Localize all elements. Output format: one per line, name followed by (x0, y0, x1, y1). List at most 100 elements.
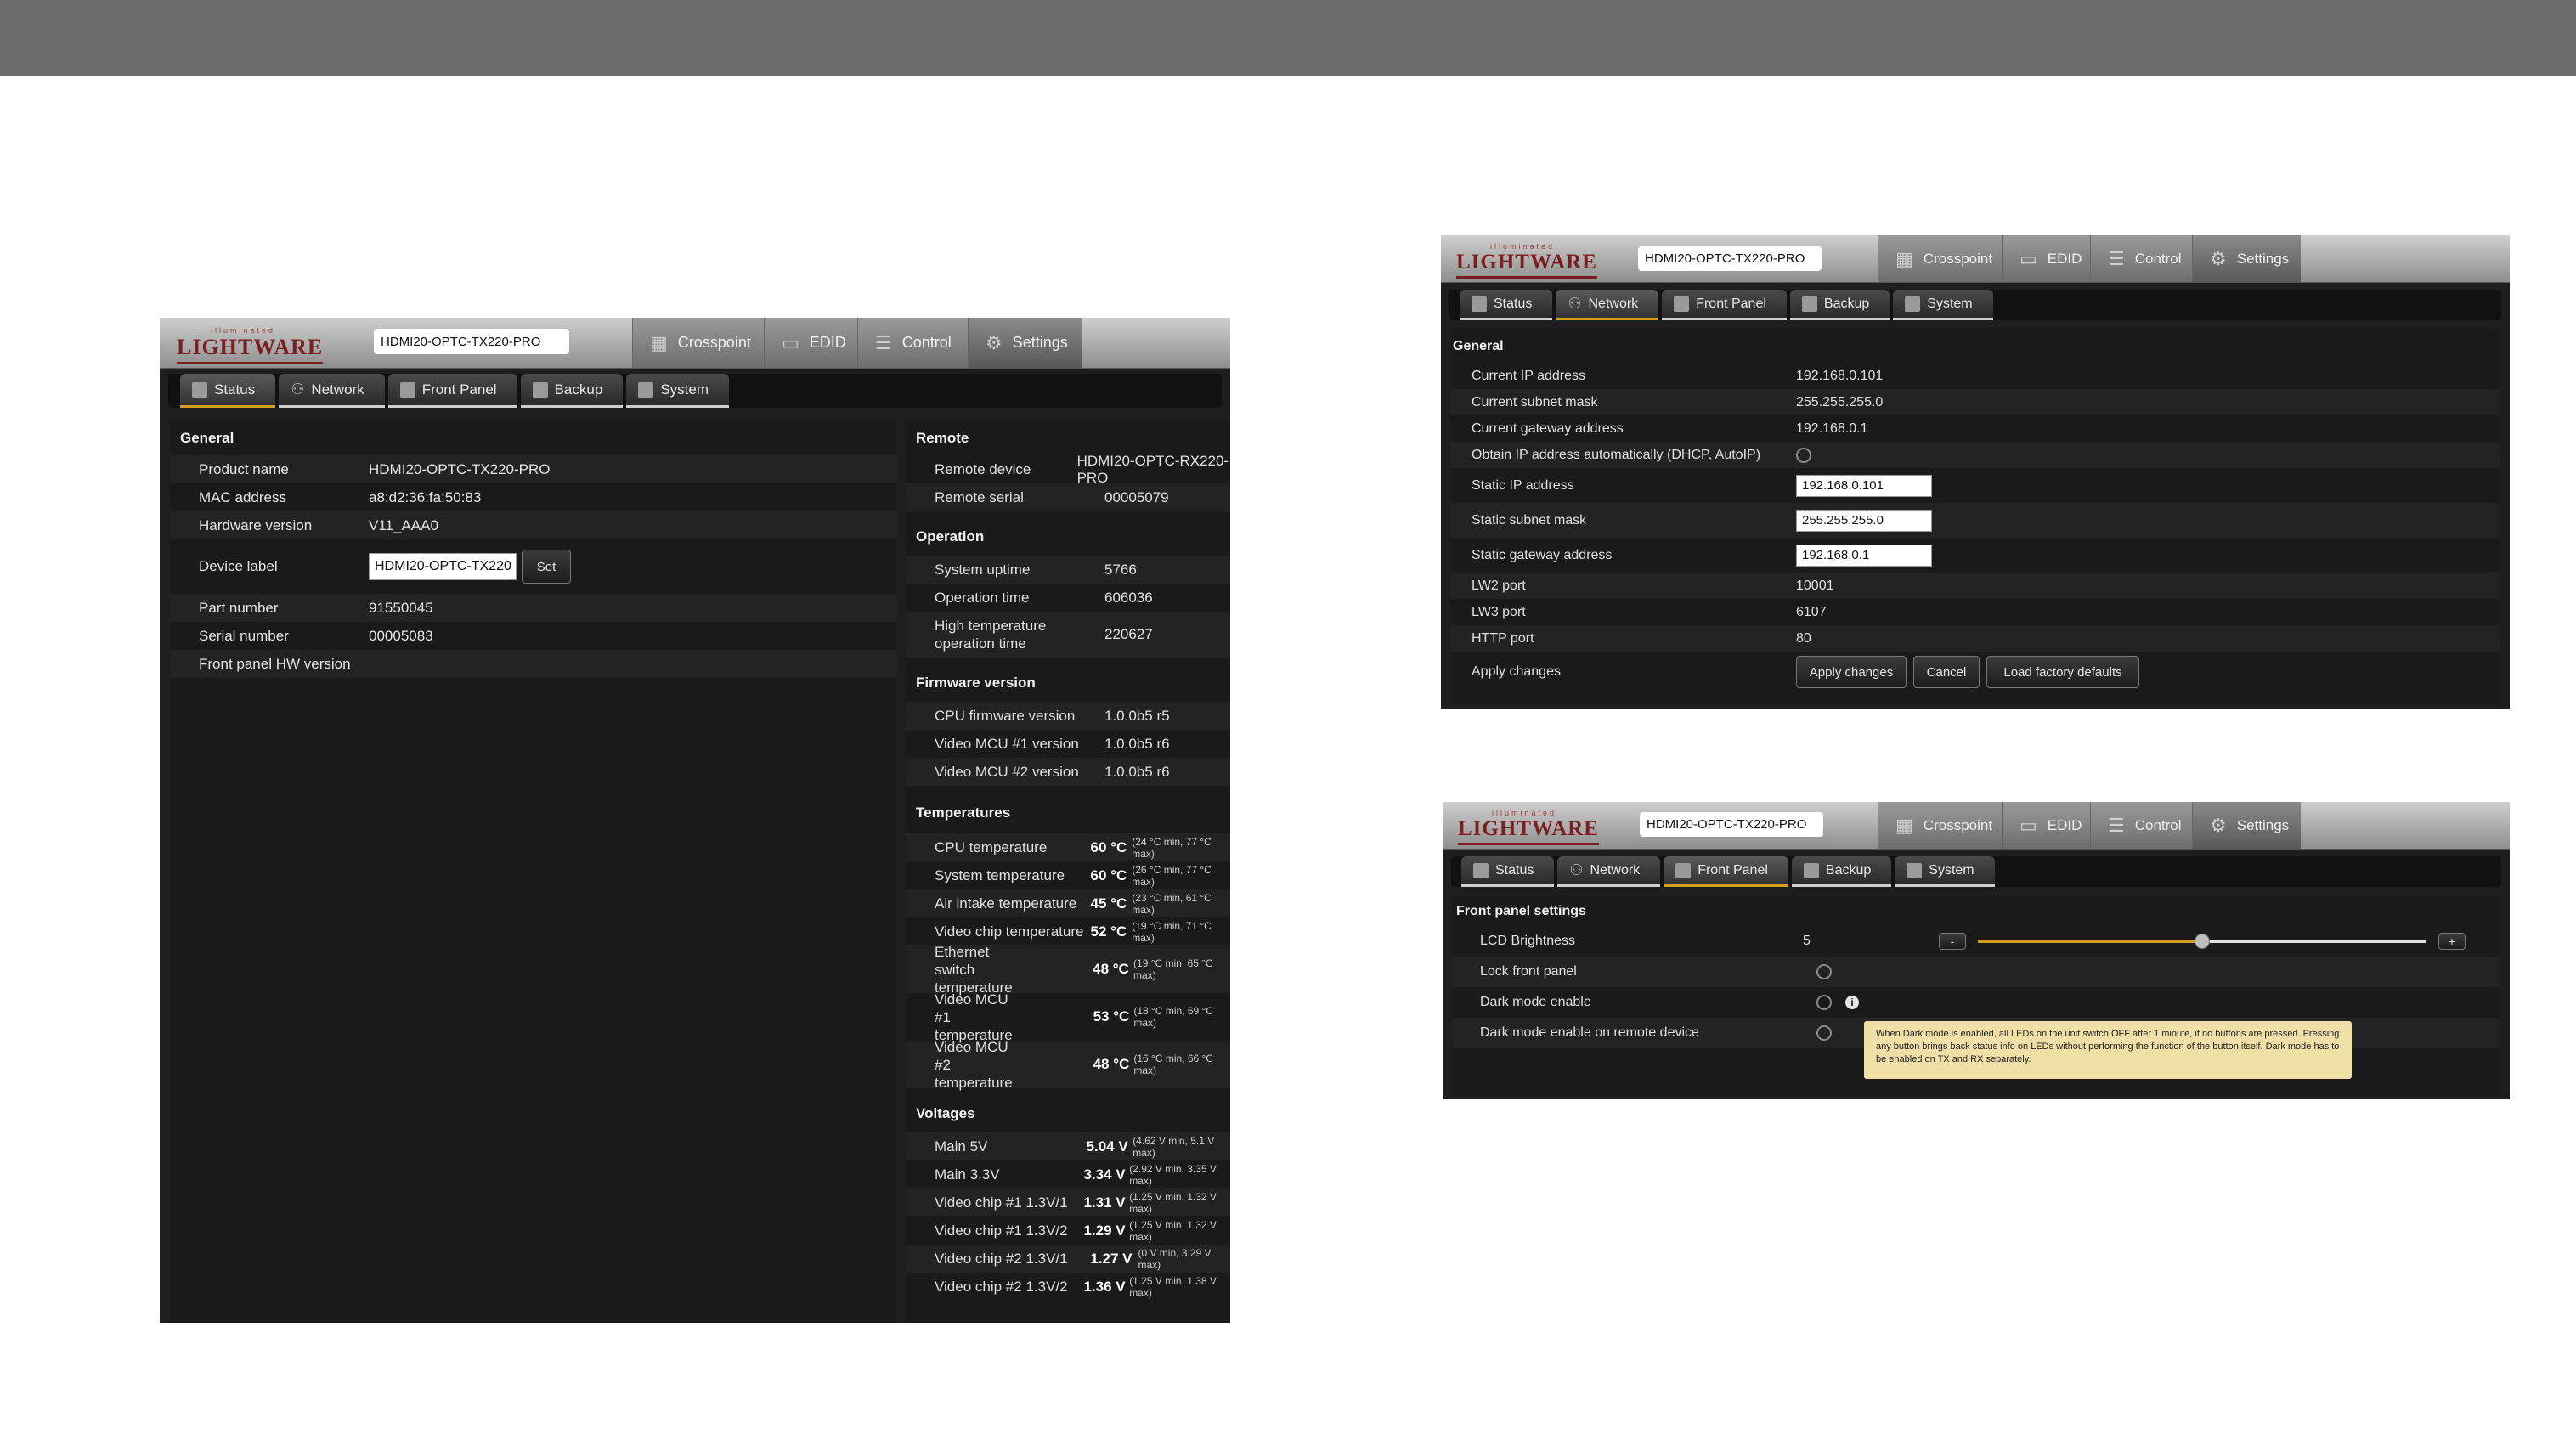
status-icon (192, 381, 207, 398)
network-row: Current IP address 192.168.0.101 (1472, 368, 1884, 383)
device-name-field: HDMI20-OPTC-TX220-PRO (374, 329, 569, 354)
temperature-row: Air intake temperature 45 °C (23 °C min, 6… (906, 889, 1230, 917)
subtab-system[interactable]: System (626, 374, 729, 408)
nav-control[interactable]: ☰ Control (2090, 802, 2192, 849)
crosspoint-icon: ▦ (1895, 247, 1913, 269)
nav-crosspoint[interactable]: ▦ Crosspoint (632, 318, 764, 368)
network-icon: ⚇ (291, 381, 305, 398)
general-row: Front panel HW version (170, 650, 897, 678)
lcd-brightness-row: LCD Brightness 5 - + (1453, 926, 2500, 957)
nav-settings[interactable]: ⚙ Settings (2192, 235, 2301, 282)
subtab-network[interactable]: ⚇ Network (1556, 290, 1659, 320)
general-row: Serial number 00005083 (199, 627, 433, 644)
dark-mode-remote-radio[interactable] (1816, 1025, 1832, 1041)
apply-row: Apply changes Apply changes Cancel Load … (1451, 652, 2500, 692)
network-row: Static subnet mask 255.255.255.0 (1451, 503, 2500, 538)
app-header: illuminated LIGHTWARE HDMI20-OPTC-TX220-… (1441, 235, 2510, 283)
brightness-increase-button[interactable]: + (2438, 933, 2466, 950)
remote-row: Remote serial 00005079 (906, 483, 1230, 511)
status-window: illuminated LIGHTWARE HDMI20-OPTC-TX220-… (160, 318, 1230, 1323)
settings-subtabs: Status ⚇ Network Front Panel Backup Syste… (1449, 290, 2501, 320)
monitor-icon: ▭ (2020, 814, 2037, 836)
network-row: Current subnet mask 255.255.255.0 (1451, 389, 2500, 415)
app-header: illuminated LIGHTWARE HDMI20-OPTC-TX220-… (1443, 802, 2510, 850)
crosspoint-icon: ▦ (1895, 814, 1913, 836)
operation-title: Operation (916, 528, 985, 545)
nav-control[interactable]: ☰ Control (2090, 235, 2192, 282)
front-panel-settings: Front panel settings LCD Brightness 5 - … (1453, 895, 2500, 1096)
nav-edid[interactable]: ▭ EDID (2002, 802, 2090, 849)
set-button[interactable]: Set (522, 550, 571, 584)
nav-settings[interactable]: ⚙ Settings (2192, 802, 2301, 849)
subtab-network[interactable]: ⚇ Network (1557, 856, 1661, 887)
network-row: Static IP address 192.168.0.101 (1451, 468, 2500, 503)
network-general-title: General (1453, 339, 1504, 353)
static-mask-input[interactable]: 255.255.255.0 (1796, 509, 1932, 532)
subtab-status[interactable]: Status (180, 374, 276, 408)
nav-edid[interactable]: ▭ EDID (2002, 235, 2090, 282)
subtab-front-panel[interactable]: Front Panel (1662, 290, 1787, 320)
brightness-slider[interactable] (1978, 933, 2426, 950)
lock-front-panel-radio[interactable] (1816, 964, 1832, 979)
front-panel-window: illuminated LIGHTWARE HDMI20-OPTC-TX220-… (1443, 802, 2510, 1099)
nav-settings[interactable]: ⚙ Settings (968, 318, 1082, 368)
backup-icon (1803, 862, 1819, 878)
subtab-status[interactable]: Status (1460, 290, 1553, 320)
firmware-title: Firmware version (916, 675, 1036, 691)
firmware-row: Video MCU #2 version 1.0.0b5 r6 (906, 758, 1230, 786)
device-name-field: HDMI20-OPTC-TX220-PRO (1638, 246, 1822, 271)
static-gateway-input[interactable]: 192.168.0.1 (1796, 544, 1932, 567)
lightware-logo: illuminated LIGHTWARE (1458, 809, 1599, 845)
dhcp-radio[interactable] (1796, 447, 1811, 463)
device-name-field: HDMI20-OPTC-TX220-PRO (1640, 812, 1823, 837)
temperature-row: Ethernet switch temperature 48 °C (19 °C m… (906, 944, 1230, 996)
operation-row: Operation time 606036 (935, 589, 1153, 606)
nav-crosspoint[interactable]: ▦ Crosspoint (1878, 802, 2002, 849)
system-icon (1905, 296, 1921, 312)
remote-title: Remote (916, 430, 969, 446)
static-ip-input[interactable]: 192.168.0.101 (1796, 474, 1932, 497)
lightware-logo: illuminated LIGHTWARE (1456, 242, 1597, 279)
network-row: Current gateway address 192.168.0.1 (1472, 421, 1868, 436)
subtab-system[interactable]: System (1895, 856, 1995, 887)
device-label-row: Device label HDMI20-OPTC-TX220 Set (170, 539, 897, 594)
dhcp-row: Obtain IP address automatically (DHCP, A… (1451, 442, 2500, 468)
crosspoint-icon: ▦ (650, 331, 668, 353)
voltage-row: Video chip #1 1.3V/2 1.29 V (1.25 V min, 1… (935, 1218, 1217, 1243)
subtab-front-panel[interactable]: Front Panel (1664, 856, 1788, 887)
brightness-slider-knob[interactable] (2195, 934, 2210, 949)
subtab-backup[interactable]: Backup (520, 374, 624, 408)
system-icon (638, 381, 654, 398)
sliders-icon: ☰ (2108, 814, 2125, 836)
network-window: illuminated LIGHTWARE HDMI20-OPTC-TX220-… (1441, 235, 2510, 709)
subtab-front-panel[interactable]: Front Panel (387, 374, 517, 408)
general-row: MAC address a8:d2:36:fa:50:83 (199, 488, 482, 505)
lcd-brightness-value: 5 (1803, 934, 1811, 948)
general-row: Part number 91550045 (170, 594, 897, 622)
nav-crosspoint[interactable]: ▦ Crosspoint (1878, 235, 2002, 282)
subtab-status[interactable]: Status (1461, 856, 1555, 887)
load-factory-defaults-button[interactable]: Load factory defaults (1986, 656, 2139, 688)
backup-icon (532, 381, 548, 398)
firmware-row: Video MCU #1 version 1.0.0b5 r6 (935, 735, 1170, 752)
subtab-backup[interactable]: Backup (1791, 856, 1892, 887)
temperature-row: Video chip temperature 52 °C (19 °C min, 7… (935, 919, 1212, 944)
app-header: illuminated LIGHTWARE HDMI20-OPTC-TX220-… (160, 318, 1230, 369)
nav-control[interactable]: ☰ Control (857, 318, 968, 368)
general-rows: Product name HDMI20-OPTC-TX220-PRO MAC ad… (170, 455, 897, 678)
subtab-backup[interactable]: Backup (1789, 290, 1890, 320)
device-label-input[interactable]: HDMI20-OPTC-TX220 (369, 553, 517, 580)
brightness-decrease-button[interactable]: - (1939, 933, 1966, 950)
remote-panel: Remote Remote device HDMI20-OPTC-RX220-PR… (906, 421, 1230, 1323)
status-icon (1473, 862, 1489, 878)
info-icon[interactable]: i (1845, 996, 1859, 1009)
subtab-network[interactable]: ⚇ Network (279, 374, 385, 408)
subtab-system[interactable]: System (1893, 290, 1993, 320)
nav-edid[interactable]: ▭ EDID (764, 318, 857, 368)
cancel-button[interactable]: Cancel (1913, 656, 1980, 688)
apply-changes-button[interactable]: Apply changes (1796, 656, 1907, 688)
operation-row: High temperature operation time 220627 (906, 612, 1230, 658)
temperature-row: Video MCU #1 temperature 53 °C (18 °C min,… (935, 991, 1214, 1043)
dark-mode-radio[interactable] (1816, 995, 1832, 1010)
general-title: General (180, 430, 234, 446)
